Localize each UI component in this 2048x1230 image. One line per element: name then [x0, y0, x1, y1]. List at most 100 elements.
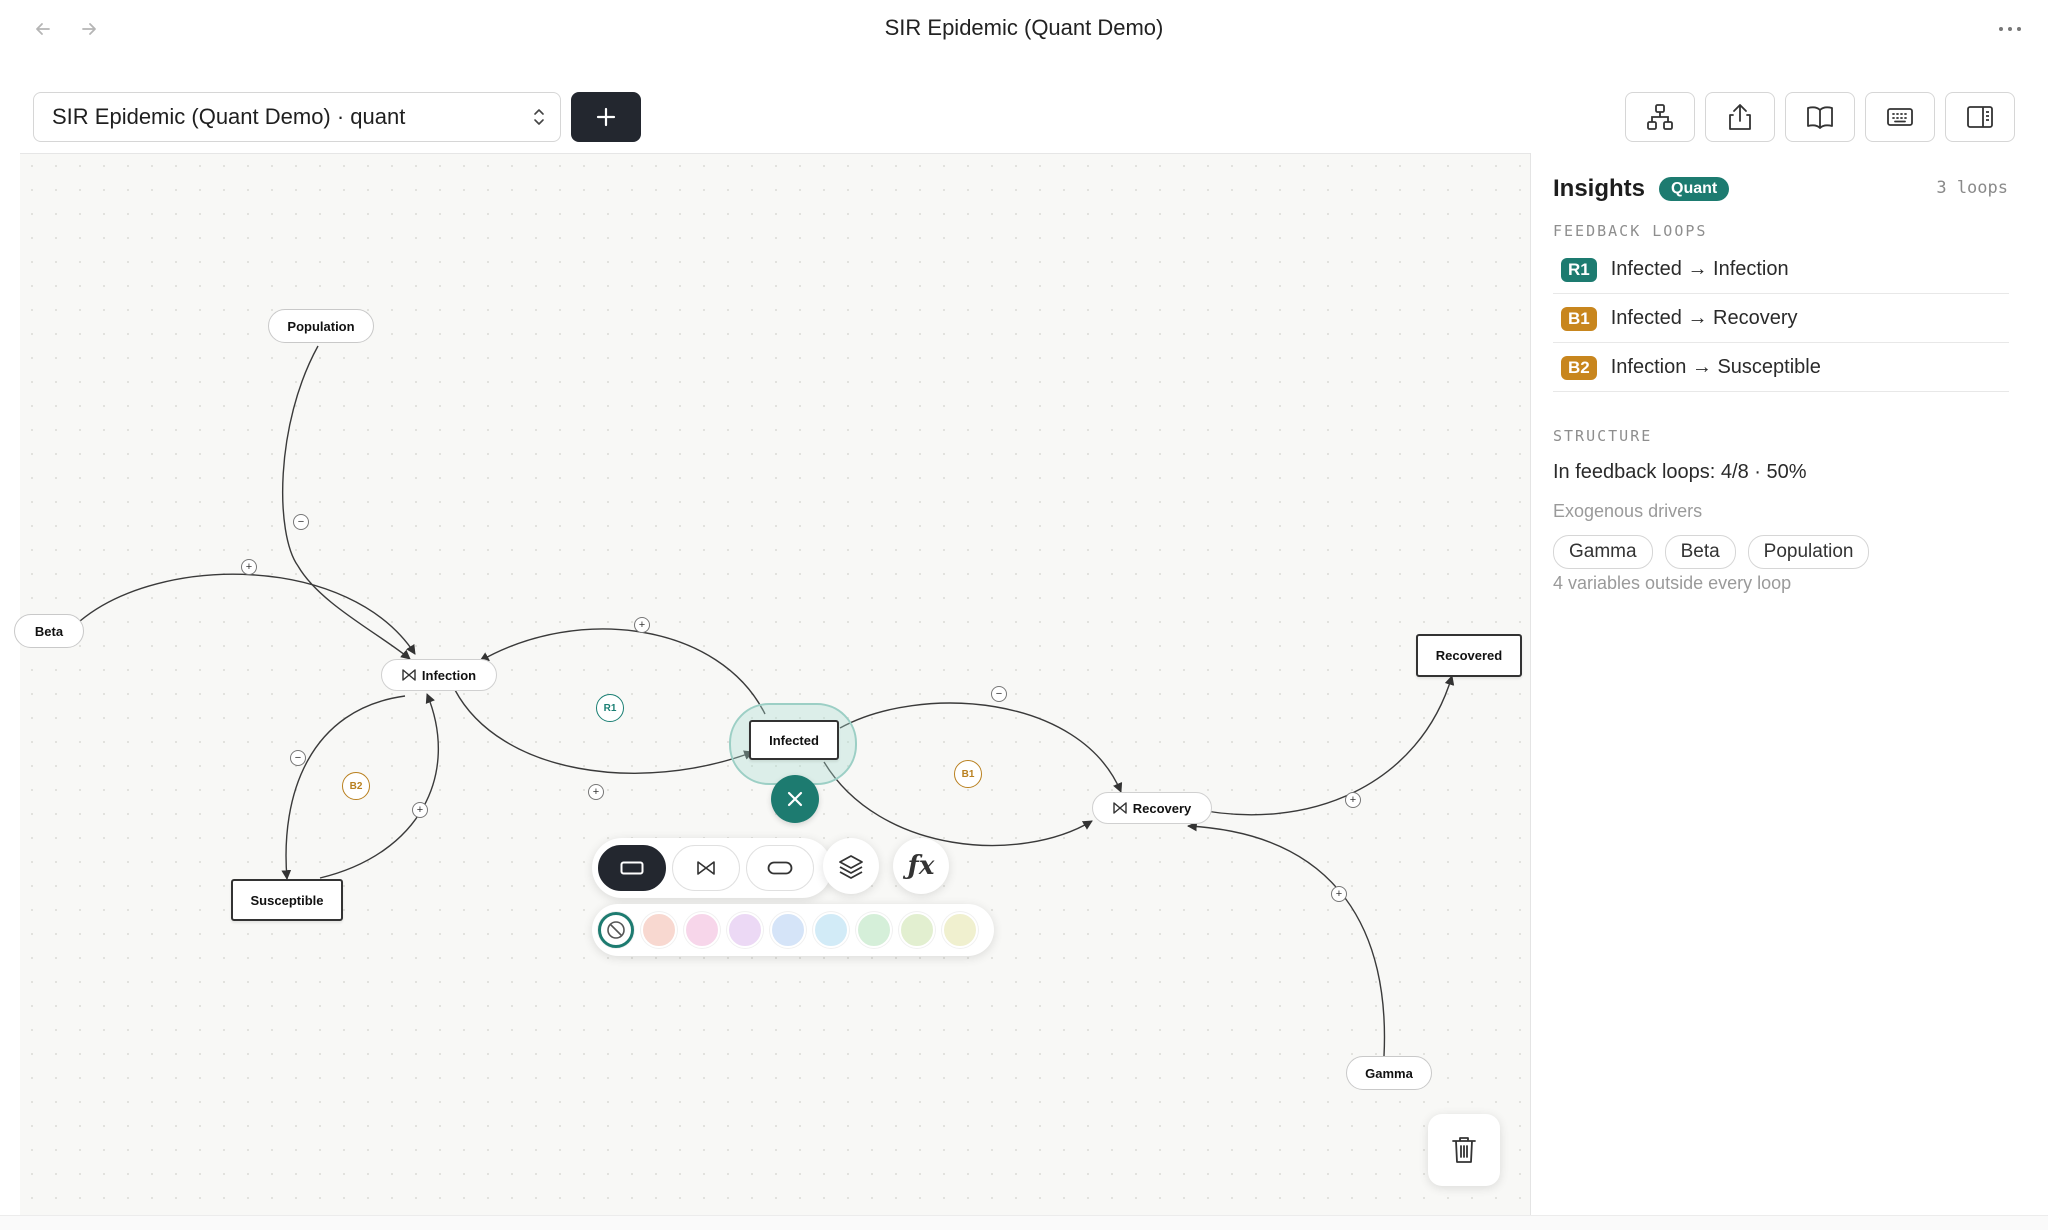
- loop-badge-r1[interactable]: R1: [596, 694, 624, 722]
- toggle-panel-button[interactable]: [1945, 92, 2015, 142]
- ellipsis-icon: [1999, 27, 2021, 31]
- valve-icon: [697, 861, 715, 875]
- link-recovery-recovered[interactable]: [1189, 675, 1455, 816]
- driver-chip[interactable]: Population: [1747, 535, 1870, 569]
- polarity-minus[interactable]: −: [290, 750, 306, 766]
- swatch-color[interactable]: [899, 912, 935, 948]
- share-button[interactable]: [1705, 92, 1775, 142]
- delete-button[interactable]: [1428, 1114, 1500, 1186]
- shape-auxiliary-button[interactable]: [746, 845, 814, 891]
- loop-row-b2[interactable]: B2 Infection → Susceptible: [1553, 344, 2009, 392]
- polarity-sign: +: [638, 618, 646, 631]
- driver-chip[interactable]: Gamma: [1553, 535, 1653, 569]
- add-variable-button[interactable]: [571, 92, 641, 142]
- loop-count: 3 loops: [1936, 178, 2008, 198]
- deselect-button[interactable]: [771, 775, 819, 823]
- polarity-plus[interactable]: +: [634, 617, 650, 633]
- loop-badge-b1[interactable]: B1: [954, 760, 982, 788]
- node-beta[interactable]: Beta: [14, 614, 84, 648]
- loop-tag: B2: [1561, 355, 1597, 380]
- driver-chip[interactable]: Beta: [1664, 535, 1736, 569]
- node-infected[interactable]: Infected: [749, 720, 839, 760]
- layout-button[interactable]: [1625, 92, 1695, 142]
- window-title: SIR Epidemic (Quant Demo): [884, 15, 1164, 40]
- swatch-color[interactable]: [684, 912, 720, 948]
- keyboard-icon: [1887, 108, 1913, 126]
- node-label: Infection: [421, 667, 477, 683]
- diagram-canvas[interactable]: Population Beta Infection Infected Recov…: [14, 153, 1530, 1215]
- polarity-sign: +: [245, 560, 253, 573]
- polarity-minus[interactable]: −: [991, 686, 1007, 702]
- swatch-color[interactable]: [727, 912, 763, 948]
- close-icon: [787, 791, 803, 807]
- swatch-color[interactable]: [813, 912, 849, 948]
- hierarchy-icon: [1647, 104, 1673, 130]
- insights-panel: Insights Quant 3 loops FEEDBACK LOOPS R1…: [1530, 153, 2030, 1215]
- polarity-sign: +: [592, 785, 600, 798]
- more-options-button[interactable]: [1990, 12, 2030, 46]
- color-toolbar: [592, 904, 994, 956]
- polarity-plus[interactable]: +: [1345, 792, 1361, 808]
- exogenous-drivers-label: Exogenous drivers: [1553, 501, 1703, 521]
- loop-description: Infected → Recovery: [1610, 307, 1798, 329]
- trash-icon: [1452, 1137, 1476, 1163]
- polarity-plus[interactable]: +: [588, 784, 604, 800]
- docs-button[interactable]: [1785, 92, 1855, 142]
- mode-badge: Quant: [1659, 177, 1730, 201]
- node-recovered[interactable]: Recovered: [1416, 634, 1522, 677]
- loop-row-r1[interactable]: R1 Infected → Infection: [1553, 246, 2009, 294]
- stock-shape-icon: [620, 861, 644, 875]
- polarity-plus[interactable]: +: [241, 559, 257, 575]
- title-bar: SIR Epidemic (Quant Demo): [0, 0, 2048, 58]
- polarity-minus[interactable]: −: [293, 514, 309, 530]
- shape-toolbar: [592, 838, 832, 898]
- auxiliary-shape-icon: [767, 861, 793, 875]
- model-select[interactable]: SIR Epidemic (Quant Demo) · quant: [33, 92, 561, 142]
- loop-badge-label: B2: [349, 780, 363, 792]
- exogenous-drivers-list: Gamma Beta Population: [1553, 535, 1870, 569]
- node-label: Susceptible: [250, 892, 324, 908]
- structure-summary: In feedback loops: 4/8 · 50%: [1553, 461, 1807, 483]
- node-label: Population: [287, 318, 355, 334]
- node-recovery[interactable]: Recovery: [1092, 792, 1212, 824]
- plus-icon: [596, 107, 616, 127]
- swatch-color[interactable]: [770, 912, 806, 948]
- swatch-none[interactable]: [598, 912, 634, 948]
- status-strip: [0, 1215, 2048, 1230]
- equation-button[interactable]: ƒx: [893, 838, 949, 894]
- swatch-color[interactable]: [641, 912, 677, 948]
- layers-icon: [839, 855, 863, 879]
- loop-description: Infection → Susceptible: [1610, 356, 1821, 378]
- chevron-updown-icon: [534, 109, 544, 125]
- loop-badge-b2[interactable]: B2: [342, 772, 370, 800]
- node-population[interactable]: Population: [268, 309, 374, 343]
- shape-stock-button[interactable]: [598, 845, 666, 891]
- link-beta-infection[interactable]: [79, 573, 416, 655]
- layers-button[interactable]: [823, 838, 879, 894]
- link-gamma-recovery[interactable]: [1187, 821, 1386, 1057]
- node-susceptible[interactable]: Susceptible: [231, 879, 343, 921]
- node-gamma[interactable]: Gamma: [1346, 1056, 1432, 1090]
- polarity-sign: −: [294, 751, 302, 764]
- loop-tag: R1: [1561, 257, 1597, 282]
- sidebar-icon: [1967, 106, 1993, 128]
- loop-row-b1[interactable]: B1 Infected → Recovery: [1553, 295, 2009, 343]
- shape-flow-button[interactable]: [672, 845, 740, 891]
- shortcuts-button[interactable]: [1865, 92, 1935, 142]
- book-icon: [1807, 106, 1833, 129]
- loop-badge-label: R1: [603, 702, 617, 714]
- link-susceptible-infection[interactable]: [319, 693, 440, 879]
- node-infection[interactable]: Infection: [381, 659, 497, 691]
- polarity-plus[interactable]: +: [412, 802, 428, 818]
- link-population-infection[interactable]: [281, 345, 411, 660]
- swatch-color[interactable]: [856, 912, 892, 948]
- fx-label: ƒx: [907, 851, 935, 881]
- node-label: Beta: [34, 623, 64, 639]
- node-label: Gamma: [1365, 1065, 1413, 1081]
- polarity-plus[interactable]: +: [1331, 886, 1347, 902]
- polarity-sign: +: [416, 803, 424, 816]
- swatch-color[interactable]: [942, 912, 978, 948]
- share-icon: [1729, 104, 1751, 130]
- loop-badge-label: B1: [961, 768, 975, 780]
- polarity-sign: −: [297, 515, 305, 528]
